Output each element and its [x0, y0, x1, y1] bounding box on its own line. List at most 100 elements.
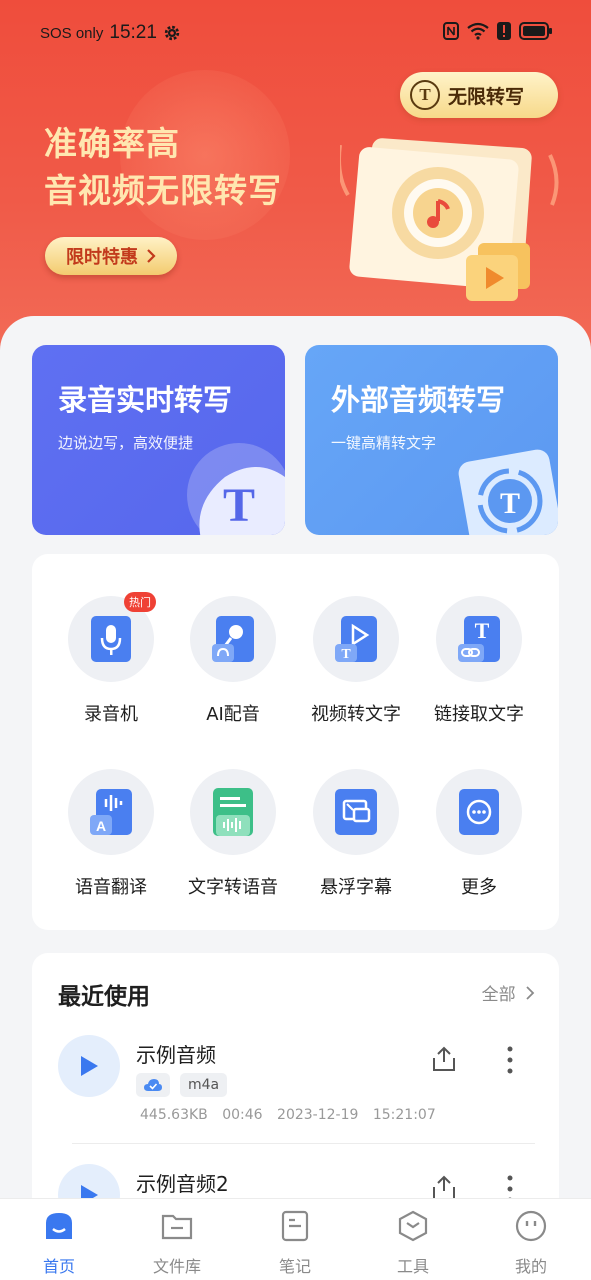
card-title: 外部音频转写: [331, 383, 506, 417]
cloud-check-icon: [144, 1079, 162, 1091]
nfc-icon: [443, 22, 459, 40]
clock: 15:21: [109, 22, 157, 43]
svg-text:T: T: [223, 479, 255, 532]
nav-profile[interactable]: 我的: [486, 1209, 576, 1277]
tool-label: 视频转文字: [311, 704, 401, 725]
text-to-speech-icon: [213, 788, 253, 836]
tools-grid: 热门 录音机 AI配音 T 视频转文字 T 链接取文字 A 语音翻译 文字转语音…: [32, 554, 559, 930]
carrier-text: SOS only: [40, 24, 104, 42]
microphone-icon: [91, 616, 131, 662]
nav-tools[interactable]: 工具: [368, 1209, 458, 1277]
alert-icon: [497, 22, 511, 40]
file-duration: 00:46: [222, 1107, 263, 1123]
play-button[interactable]: [58, 1035, 120, 1097]
view-all-label: 全部: [481, 985, 516, 1005]
svg-text:T: T: [475, 618, 490, 643]
tool-icon-bg: [436, 769, 522, 855]
tool-video-to-text[interactable]: T 视频转文字: [296, 596, 416, 726]
voice-translate-icon: A: [90, 789, 132, 835]
file-name: 示例音频2: [136, 1172, 229, 1196]
format-tag: m4a: [180, 1073, 228, 1097]
tool-text-to-speech[interactable]: 文字转语音: [173, 769, 293, 899]
tool-more[interactable]: 更多: [419, 769, 539, 899]
card-subtitle: 边说边写，高效便捷: [58, 434, 194, 452]
folder-icon: [161, 1214, 193, 1240]
t-file-icon: T: [458, 449, 558, 535]
tool-label: 链接取文字: [434, 704, 524, 725]
svg-text:T: T: [341, 647, 351, 662]
ai-dubbing-icon: [212, 616, 254, 662]
battery-icon: [519, 22, 552, 40]
nav-label: 文件库: [152, 1257, 201, 1276]
realtime-transcribe-card[interactable]: 录音实时转写 边说边写，高效便捷 T: [32, 345, 285, 535]
smiley-icon: [515, 1210, 547, 1242]
file-name: 示例音频: [136, 1043, 216, 1067]
tool-icon-bg: [190, 769, 276, 855]
unlimited-transcribe-pill[interactable]: T 无限转写: [400, 72, 558, 118]
tool-floating-subtitle[interactable]: 悬浮字幕: [296, 769, 416, 899]
share-icon[interactable]: [430, 1045, 458, 1073]
tool-icon-bg: T: [436, 596, 522, 682]
wifi-icon: [467, 22, 489, 40]
banner-headline: 准确率高 音视频无限转写: [44, 120, 282, 214]
recent-title: 最近使用: [58, 984, 150, 1010]
t-bubble-icon: T: [187, 443, 285, 535]
note-icon: [281, 1210, 309, 1242]
nav-label: 工具: [396, 1257, 429, 1276]
limited-offer-button[interactable]: 限时特惠: [45, 237, 177, 275]
video-to-text-icon: T: [335, 616, 377, 662]
tool-icon-bg: 热门: [68, 592, 156, 682]
promo-banner[interactable]: SOS only 15:21 T 无限转写 准确率高 音视频无限转写 限时特惠: [0, 0, 591, 360]
tool-recorder[interactable]: 热门 录音机: [51, 592, 171, 726]
t-coin-icon: T: [410, 80, 440, 110]
tool-icon-bg: [190, 596, 276, 682]
home-icon: [46, 1213, 72, 1239]
file-date: 2023-12-19 15:21:07: [277, 1107, 436, 1123]
tool-link-text[interactable]: T 链接取文字: [419, 596, 539, 726]
tool-icon-bg: T: [313, 596, 399, 682]
more-options-icon[interactable]: [502, 1045, 518, 1075]
headline-line1: 准确率高: [44, 124, 180, 163]
external-audio-card[interactable]: 外部音频转写 一键高精转文字 T: [305, 345, 558, 535]
bottom-nav: 首页 文件库 笔记 工具 我的: [0, 1198, 591, 1280]
music-file-illustration: [340, 138, 559, 301]
tool-voice-translate[interactable]: A 语音翻译: [51, 769, 171, 899]
nav-label: 笔记: [278, 1257, 311, 1276]
more-icon: [459, 789, 499, 835]
svg-text:T: T: [500, 487, 520, 520]
divider: [72, 1143, 535, 1144]
offer-label: 限时特惠: [66, 247, 138, 268]
file-size: 445.63KB: [140, 1107, 208, 1123]
hot-badge: 热门: [124, 592, 156, 612]
tool-label: 文字转语音: [188, 877, 278, 898]
view-all-link[interactable]: 全部: [482, 980, 535, 1005]
play-icon: [81, 1056, 98, 1076]
svg-text:A: A: [96, 818, 106, 834]
nav-label: 首页: [42, 1257, 75, 1276]
nav-home[interactable]: 首页: [14, 1209, 104, 1277]
file-meta: 445.63KB 00:46 2023-12-19 15:21:07: [140, 1107, 436, 1123]
tool-label: 更多: [461, 877, 497, 898]
chevron-right-icon: [147, 249, 156, 263]
tool-icon-bg: [313, 769, 399, 855]
status-bar: SOS only 15:21: [0, 0, 591, 66]
promo-pill-label: 无限转写: [448, 85, 525, 108]
cloud-synced-tag: [136, 1073, 170, 1097]
tool-label: 录音机: [84, 704, 138, 725]
chevron-right-icon: [526, 986, 535, 1000]
tool-ai-dubbing[interactable]: AI配音: [173, 596, 293, 726]
link-text-icon: T: [458, 616, 500, 662]
gear-icon: [164, 25, 180, 41]
tool-label: 语音翻译: [75, 877, 147, 898]
tool-label: AI配音: [206, 704, 260, 725]
floating-subtitle-icon: [335, 789, 377, 835]
headline-line2: 音视频无限转写: [44, 171, 282, 210]
file-tags: m4a: [136, 1073, 228, 1097]
tool-label: 悬浮字幕: [320, 877, 392, 898]
nav-file-library[interactable]: 文件库: [132, 1209, 222, 1277]
nav-notes[interactable]: 笔记: [250, 1209, 340, 1277]
nav-label: 我的: [514, 1257, 547, 1276]
card-subtitle: 一键高精转文字: [331, 434, 437, 452]
card-title: 录音实时转写: [58, 383, 233, 417]
tool-icon-bg: A: [68, 769, 154, 855]
